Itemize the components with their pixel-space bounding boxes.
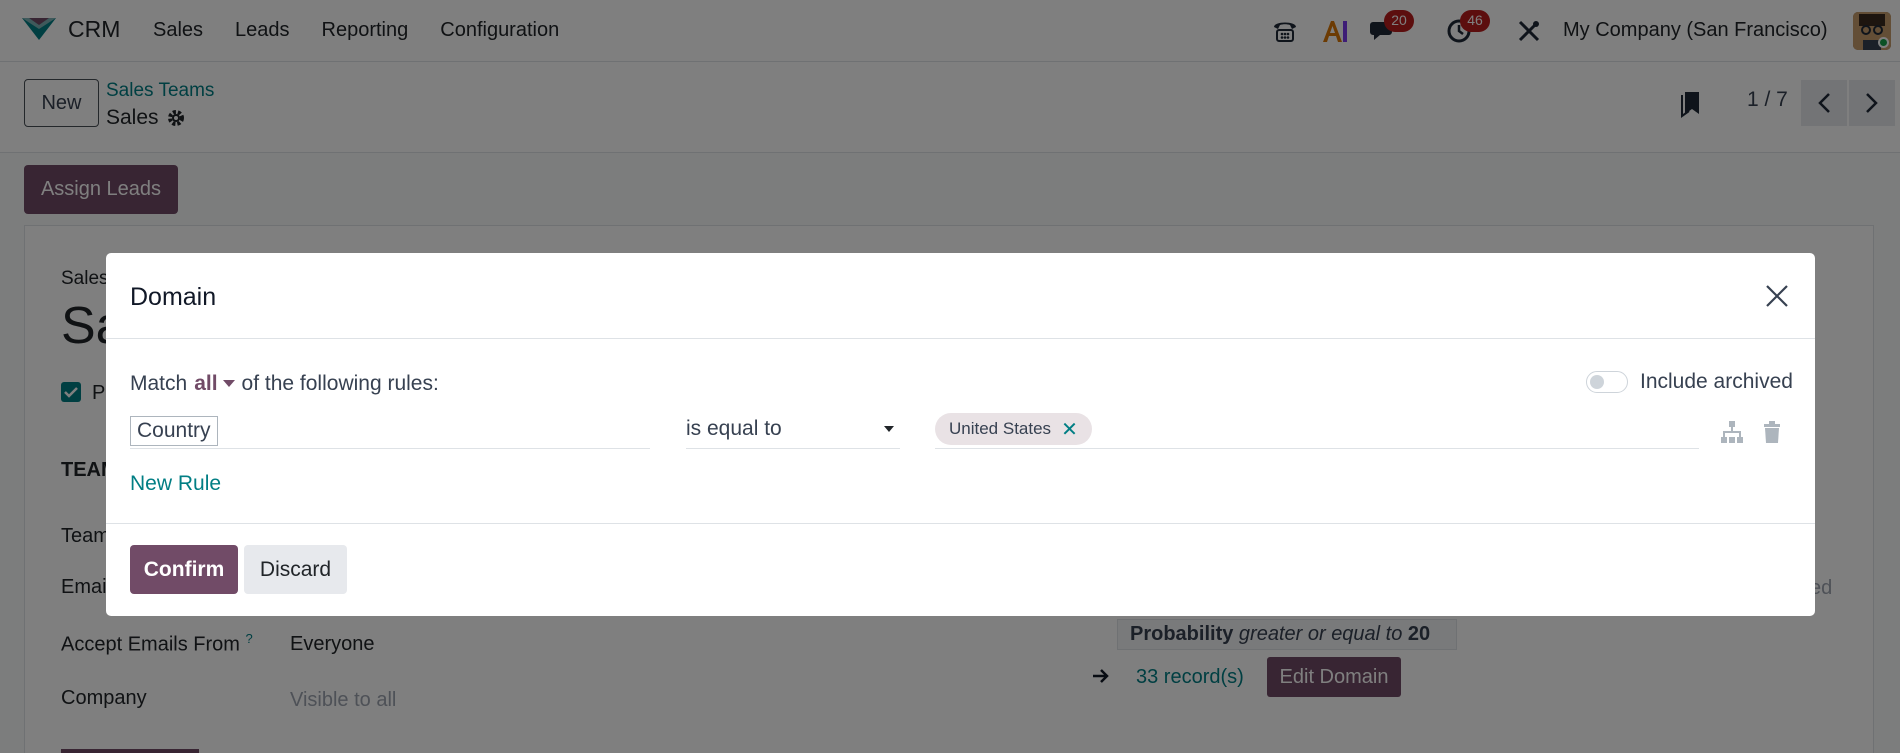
dialog-header: Domain	[106, 253, 1815, 339]
caret-down-icon	[222, 380, 235, 387]
rule-operator-select[interactable]: is equal to	[686, 413, 900, 449]
value-tag-label: United States	[949, 419, 1052, 438]
rule-operator-value: is equal to	[686, 417, 782, 440]
match-select[interactable]: all	[194, 372, 235, 396]
match-select-value: all	[194, 372, 218, 395]
value-tag: United States ✕	[935, 413, 1092, 445]
confirm-button[interactable]: Confirm	[130, 545, 238, 594]
dialog-body: Match all of the following rules: Includ…	[106, 339, 1815, 524]
close-icon[interactable]	[1762, 281, 1792, 311]
rule-value-input[interactable]: United States ✕	[935, 413, 1699, 449]
include-archived-toggle[interactable]	[1586, 371, 1628, 393]
caret-down-icon	[884, 426, 894, 432]
new-rule-link[interactable]: New Rule	[130, 472, 221, 496]
match-sentence: Match all of the following rules:	[130, 372, 439, 396]
match-prefix: Match	[130, 372, 188, 395]
rule-field-value: Country	[130, 416, 218, 446]
include-archived: Include archived	[1586, 370, 1793, 394]
discard-button[interactable]: Discard	[244, 545, 347, 594]
add-branch-icon[interactable]	[1719, 419, 1745, 445]
include-archived-label: Include archived	[1640, 370, 1793, 393]
dialog-title: Domain	[130, 283, 217, 311]
trash-icon[interactable]	[1759, 419, 1785, 445]
remove-tag-icon[interactable]: ✕	[1061, 417, 1078, 442]
domain-dialog: Domain Match all of the following rules:…	[106, 253, 1815, 616]
rule-field-selector[interactable]: Country	[130, 413, 650, 449]
match-suffix: of the following rules:	[241, 372, 439, 395]
